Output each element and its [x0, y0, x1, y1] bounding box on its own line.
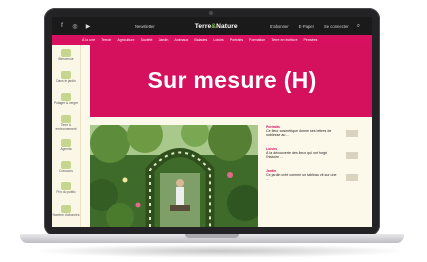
news-item[interactable]: Jardin Ce jardin créé comme un tableau v… — [266, 169, 362, 191]
laptop-base — [20, 234, 404, 243]
laptop-screen: f ◎ ▶ Newsletter Terre&Nature S'abonner … — [52, 17, 372, 227]
logo-suffix: Nature — [216, 22, 238, 30]
login-link[interactable]: Se connecter — [324, 24, 349, 29]
featured-photo[interactable] — [90, 125, 258, 227]
site-logo[interactable]: Terre&Nature — [195, 23, 238, 30]
sidebar-item[interactable]: Agenda — [52, 139, 80, 152]
webcam — [209, 11, 213, 15]
laptop-lid: f ◎ ▶ Newsletter Terre&Nature S'abonner … — [44, 8, 380, 236]
nav-item[interactable]: Balades — [194, 38, 207, 42]
sidebar-item[interactable]: Prix du public — [52, 182, 80, 195]
nav-item[interactable]: Loisirs — [213, 38, 223, 42]
sidebar-item[interactable]: Dans le jardin — [52, 71, 80, 84]
users-icon — [61, 205, 71, 213]
nav-item[interactable]: Jardin — [159, 38, 169, 42]
sidebar-item-label: Bienvenue — [58, 57, 74, 61]
nav-item[interactable]: Formation — [249, 38, 265, 42]
logo-prefix: Terre — [194, 22, 212, 30]
home-icon — [61, 49, 71, 57]
hero-banner[interactable]: Sur mesure (H) — [90, 44, 372, 117]
news-list: Portraits Ce fleur cosmétique donne ses … — [266, 125, 362, 191]
instagram-icon[interactable]: ◎ — [71, 23, 79, 30]
news-item[interactable]: Loisirs À la découverte des lieux qui on… — [266, 147, 362, 169]
sidebar: Bienvenue Dans le jardin Potager & verge… — [52, 45, 81, 227]
news-thumbnail — [346, 174, 358, 181]
sidebar-item[interactable]: Bienvenue — [52, 49, 80, 62]
sidebar-item[interactable]: Potager & verger — [52, 93, 80, 106]
news-thumbnail — [346, 130, 358, 137]
nav-item[interactable]: Terre en écriture — [271, 38, 297, 42]
sidebar-item-label: Prix du public — [56, 190, 76, 194]
nav-item[interactable]: Pensées — [303, 38, 317, 42]
nav-item[interactable]: Animaux — [174, 38, 188, 42]
leaf-icon — [61, 115, 71, 123]
nav-item[interactable]: Portraits — [230, 38, 243, 42]
garden-icon — [61, 71, 71, 79]
garden-arch-photo — [90, 125, 258, 227]
sidebar-item-label: Nombre d'abonnés — [52, 213, 80, 217]
trophy-icon — [61, 161, 71, 169]
sidebar-item-label: Agenda — [60, 147, 72, 151]
nav-item[interactable]: Terroir — [101, 38, 111, 42]
nav-item[interactable]: À la une — [82, 38, 95, 42]
calendar-icon — [61, 139, 71, 147]
news-item[interactable]: Portraits Ce fleur cosmétique donne ses … — [266, 125, 362, 147]
news-headline: Ce fleur cosmétique donne ses lettres de… — [266, 129, 332, 138]
laptop-notch — [185, 234, 239, 238]
sidebar-item[interactable]: Nombre d'abonnés — [52, 205, 80, 218]
sidebar-item-label: Potager & verger — [53, 101, 79, 105]
subscribe-link[interactable]: S'abonner — [270, 24, 289, 29]
vegetable-icon — [61, 93, 71, 101]
newsletter-link[interactable]: Newsletter — [135, 24, 155, 29]
youtube-icon[interactable]: ▶ — [84, 23, 92, 30]
news-thumbnail — [346, 152, 358, 159]
sidebar-item[interactable]: Concours — [52, 161, 80, 174]
news-headline: À la découverte des lieux qui ont forgé … — [266, 151, 328, 160]
social-links: f ◎ ▶ — [58, 23, 92, 30]
sidebar-item-label: Terre & environnement — [55, 123, 77, 131]
hero-title: Sur mesure (H) — [147, 67, 317, 93]
sidebar-item-label: Dans le jardin — [56, 79, 76, 83]
nav-item[interactable]: Société — [141, 38, 153, 42]
facebook-icon[interactable]: f — [58, 23, 66, 29]
search-icon[interactable]: ⌕ — [357, 23, 360, 30]
laptop-shadow — [30, 244, 410, 258]
star-icon — [61, 182, 71, 190]
news-headline: Ce jardin créé comme un tableau vit sur … — [266, 173, 337, 182]
sidebar-item[interactable]: Terre & environnement — [52, 115, 80, 131]
nav-item[interactable]: Agriculture — [117, 38, 134, 42]
epaper-link[interactable]: E-Paper — [299, 24, 314, 29]
top-bar: f ◎ ▶ Newsletter Terre&Nature S'abonner … — [52, 17, 372, 35]
sidebar-item-label: Concours — [59, 169, 73, 173]
